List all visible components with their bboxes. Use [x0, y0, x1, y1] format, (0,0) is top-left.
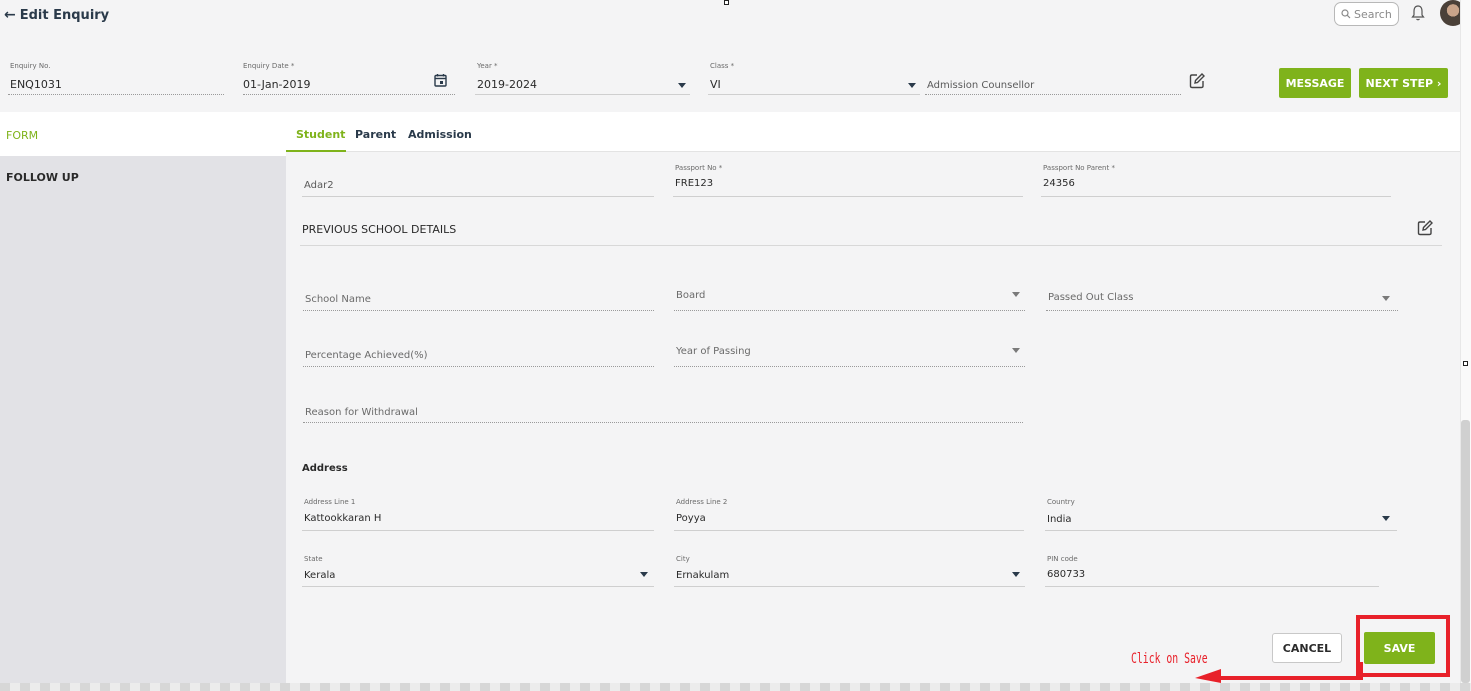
class-dropdown-icon[interactable] [908, 83, 916, 88]
enquiry-no-value: ENQ1031 [10, 78, 62, 91]
enquiry-no-label: Enquiry No. [10, 62, 51, 70]
country-label: Country [1047, 498, 1075, 506]
counsellor-underline [925, 94, 1181, 95]
passport-no-field[interactable]: FRE123 [675, 178, 713, 189]
page-header [0, 0, 1460, 112]
sidebar-item-form[interactable]: FORM [6, 129, 38, 142]
section-divider [300, 245, 1442, 246]
state-label: State [304, 555, 323, 563]
address-line2-field[interactable]: Poyya [676, 513, 706, 524]
passed-out-class-dropdown-icon[interactable] [1382, 296, 1390, 301]
passport-no-underline [673, 196, 1023, 197]
reason-underline [303, 422, 1023, 423]
state-underline [302, 586, 654, 587]
adar-underline [302, 196, 654, 197]
adar-field[interactable]: Adar2 [304, 180, 334, 191]
board-underline [674, 310, 1025, 311]
scrollbar-thumb[interactable] [1461, 420, 1470, 683]
sidebar-form-row [0, 112, 286, 156]
save-highlight-box [1356, 615, 1450, 677]
back-arrow-icon[interactable]: ← [4, 7, 16, 23]
calendar-icon[interactable] [434, 73, 447, 87]
cancel-button[interactable]: CANCEL [1272, 633, 1342, 663]
search-input[interactable]: Search [1334, 2, 1399, 26]
form-content [286, 152, 1460, 683]
address-line1-field[interactable]: Kattookkaran H [304, 513, 381, 524]
enquiry-date-underline [243, 94, 455, 95]
city-label: City [676, 555, 690, 563]
previous-school-title: PREVIOUS SCHOOL DETAILS [302, 223, 457, 236]
year-dropdown-icon[interactable] [678, 83, 686, 88]
sidebar [0, 156, 286, 683]
school-name-underline [303, 310, 654, 311]
enquiry-date-label: Enquiry Date * [243, 62, 295, 70]
year-of-passing-select[interactable]: Year of Passing [676, 346, 751, 357]
enquiry-no-underline [8, 94, 224, 95]
bottom-strip [0, 683, 1471, 691]
country-underline [1045, 530, 1397, 531]
page-title: Edit Enquiry [19, 7, 110, 23]
address-title: Address [302, 463, 348, 474]
handle-marker [724, 0, 729, 5]
city-select[interactable]: Ernakulam [676, 570, 729, 581]
tab-parent[interactable]: Parent [355, 128, 396, 141]
passport-parent-underline [1041, 196, 1391, 197]
city-underline [674, 586, 1025, 587]
year-of-passing-dropdown-icon[interactable] [1012, 348, 1020, 353]
state-select[interactable]: Kerala [304, 570, 335, 581]
passport-parent-field[interactable]: 24356 [1043, 178, 1075, 189]
class-underline [708, 94, 920, 95]
class-select[interactable]: VI [710, 78, 721, 91]
next-step-button[interactable]: NEXT STEP › [1359, 68, 1448, 98]
passport-parent-label: Passport No Parent * [1043, 164, 1115, 172]
address-line1-underline [302, 530, 654, 531]
year-label: Year * [477, 62, 498, 70]
year-of-passing-underline [674, 366, 1025, 367]
pin-code-label: PIN code [1047, 555, 1078, 563]
message-button[interactable]: MESSAGE [1279, 68, 1351, 98]
address-line2-label: Address Line 2 [676, 498, 728, 506]
search-placeholder: Search [1354, 7, 1392, 21]
address-line2-underline [674, 530, 1024, 531]
percentage-field[interactable]: Percentage Achieved(%) [305, 350, 428, 361]
percentage-underline [303, 366, 654, 367]
handle-marker [1463, 361, 1468, 366]
board-dropdown-icon[interactable] [1012, 292, 1020, 297]
board-select[interactable]: Board [676, 290, 705, 301]
pin-code-underline [1045, 586, 1379, 587]
passed-out-class-select[interactable]: Passed Out Class [1048, 292, 1133, 303]
notification-bell-icon[interactable] [1410, 4, 1426, 22]
back-link[interactable]: ← Edit Enquiry [4, 7, 109, 23]
admission-counsellor-field[interactable]: Admission Counsellor [927, 80, 1034, 91]
annotation-arrow-icon [1195, 662, 1363, 683]
state-dropdown-icon[interactable] [640, 572, 648, 577]
enquiry-date-field[interactable]: 01-Jan-2019 [243, 78, 311, 91]
reason-withdrawal-field[interactable]: Reason for Withdrawal [305, 407, 418, 418]
passed-out-class-underline [1046, 310, 1398, 311]
pin-code-field[interactable]: 680733 [1047, 569, 1085, 580]
school-name-field[interactable]: School Name [305, 294, 371, 305]
city-dropdown-icon[interactable] [1012, 572, 1020, 577]
country-dropdown-icon[interactable] [1382, 516, 1390, 521]
tab-student[interactable]: Student [296, 128, 345, 141]
tab-admission[interactable]: Admission [408, 128, 472, 141]
edit-icon[interactable] [1188, 72, 1206, 90]
edit-icon[interactable] [1416, 219, 1434, 237]
year-underline [475, 94, 690, 95]
class-label: Class * [710, 62, 735, 70]
passport-no-label: Passport No * [675, 164, 723, 172]
country-select[interactable]: India [1047, 514, 1072, 525]
sidebar-item-follow-up[interactable]: FOLLOW UP [6, 171, 79, 184]
address-line1-label: Address Line 1 [304, 498, 356, 506]
year-select[interactable]: 2019-2024 [477, 78, 537, 91]
search-icon [1341, 9, 1351, 19]
